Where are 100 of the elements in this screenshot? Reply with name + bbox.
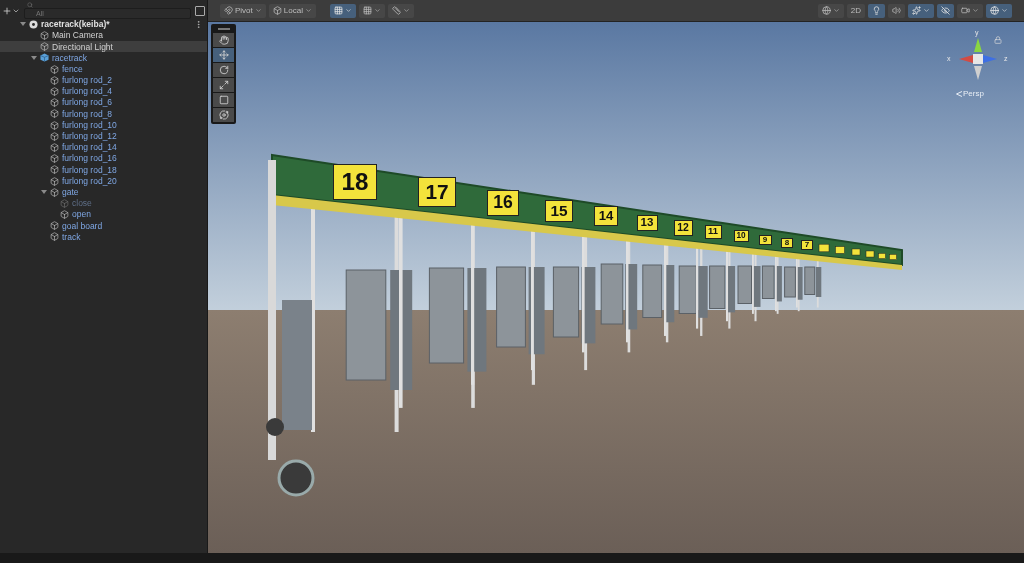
hierarchy-item-label: Main Camera xyxy=(52,31,104,40)
hierarchy-item[interactable]: track xyxy=(0,231,207,243)
audio-button[interactable] xyxy=(888,3,905,18)
rect-icon xyxy=(218,95,229,105)
lightbulb-icon xyxy=(872,6,881,15)
eye-off-icon xyxy=(941,6,950,15)
hierarchy-item-label: furlong rod_6 xyxy=(62,98,113,107)
hierarchy-item[interactable]: Directional Light xyxy=(0,41,207,53)
cube-icon xyxy=(50,165,59,175)
cube-icon xyxy=(50,131,59,141)
scale-icon xyxy=(218,80,229,90)
cube-icon xyxy=(40,42,49,52)
gate-number-board: 9 xyxy=(758,234,772,246)
gate-number-board: 8 xyxy=(781,238,793,248)
cube-icon xyxy=(50,64,59,74)
hierarchy-item[interactable]: furlong rod_14 xyxy=(0,141,207,154)
gate-number-board: 7 xyxy=(801,240,813,250)
gate-number-board: 16 xyxy=(487,190,519,216)
hierarchy-item[interactable]: Main Camera xyxy=(0,30,207,42)
hierarchy-item-label: furlong rod_8 xyxy=(62,109,113,119)
view-2d-button[interactable]: 2D xyxy=(846,3,865,18)
caret-icon xyxy=(1001,7,1008,14)
hierarchy-item-label: furlong rod_14 xyxy=(62,143,117,152)
gate-number-board: 15 xyxy=(545,199,573,223)
search-icon xyxy=(27,1,33,8)
rotate-tool-button[interactable] xyxy=(213,63,234,77)
gizmos-button[interactable] xyxy=(986,3,1012,18)
snap-button[interactable] xyxy=(358,3,385,18)
caret-icon xyxy=(832,7,840,14)
hierarchy-item-label: open xyxy=(72,210,91,219)
draw-mode-button[interactable] xyxy=(817,3,844,18)
camera-icon xyxy=(961,6,970,15)
hierarchy-item[interactable]: goal board xyxy=(0,220,207,232)
cube-icon xyxy=(50,176,59,186)
lighting-button[interactable] xyxy=(868,3,885,18)
cube-icon xyxy=(50,232,59,242)
rect-tool-button[interactable] xyxy=(213,93,234,107)
add-button[interactable] xyxy=(2,6,20,16)
caret-icon xyxy=(373,7,381,14)
hierarchy-item[interactable]: racetrack xyxy=(0,52,207,64)
hierarchy-item[interactable]: furlong rod_2 xyxy=(0,74,207,86)
plus-icon xyxy=(2,6,12,16)
hierarchy-item[interactable]: furlong rod_16 xyxy=(0,153,207,165)
grid-icon xyxy=(333,6,343,15)
cube-icon xyxy=(50,154,59,164)
hierarchy-item-label: furlong rod_10 xyxy=(62,120,117,130)
move-icon xyxy=(218,50,229,60)
hierarchy-item-label: close xyxy=(72,199,92,208)
hierarchy-item-label: racetrack xyxy=(52,53,87,63)
pivot-button[interactable]: Pivot xyxy=(220,3,266,18)
more-icon[interactable] xyxy=(194,19,203,29)
caret-icon xyxy=(923,7,930,14)
scene-search-toggle-button[interactable] xyxy=(195,6,205,16)
hierarchy-item[interactable]: furlong rod_4 xyxy=(0,85,207,98)
hierarchy-item[interactable]: furlong rod_6 xyxy=(0,97,207,109)
expand-arrow-icon[interactable] xyxy=(40,189,47,196)
space-button[interactable]: Local xyxy=(268,3,316,18)
caret-icon xyxy=(402,7,410,14)
expand-arrow-icon[interactable] xyxy=(20,21,26,27)
prefab-cube-icon xyxy=(40,53,49,63)
sparkles-icon xyxy=(912,6,921,15)
expand-arrow-icon[interactable] xyxy=(30,54,37,61)
hierarchy-item[interactable]: gate xyxy=(0,186,207,198)
scene-label[interactable]: racetrack(keiba)* xyxy=(41,19,191,29)
sphere-icon xyxy=(821,6,831,15)
hierarchy-item-label: furlong rod_18 xyxy=(62,165,117,175)
speaker-icon xyxy=(892,6,901,15)
hierarchy-item[interactable]: open xyxy=(0,209,207,221)
cube-icon xyxy=(50,142,59,152)
hierarchy-item-label: fence xyxy=(62,64,83,74)
cube-icon xyxy=(50,221,59,231)
hand-icon xyxy=(218,35,229,45)
effects-button[interactable] xyxy=(908,3,934,18)
hierarchy-item[interactable]: furlong rod_8 xyxy=(0,108,207,120)
hierarchy-item[interactable]: furlong rod_10 xyxy=(0,119,207,131)
move-tool-button[interactable] xyxy=(213,48,234,62)
hierarchy-item[interactable]: fence xyxy=(0,63,207,75)
gate-number-board: 17 xyxy=(418,176,456,208)
cube-icon xyxy=(60,210,69,220)
gate-number-board: 18 xyxy=(333,164,377,200)
hand-tool-button[interactable] xyxy=(213,33,234,47)
hierarchy-item-label: goal board xyxy=(62,221,103,231)
caret-icon xyxy=(972,7,979,14)
cube-icon xyxy=(50,109,59,119)
scale-tool-button[interactable] xyxy=(213,78,234,92)
hierarchy-item-label: furlong rod_2 xyxy=(62,76,113,85)
caret-icon xyxy=(344,7,352,14)
increment-snap-button[interactable] xyxy=(387,3,414,18)
camera-button[interactable] xyxy=(957,3,983,18)
cube-icon xyxy=(50,87,59,97)
hierarchy-item[interactable]: furlong rod_18 xyxy=(0,164,207,176)
transform-tool-button[interactable] xyxy=(213,108,234,122)
cube-icon xyxy=(50,98,59,108)
caret-icon xyxy=(254,7,262,14)
hierarchy-item-label: track xyxy=(62,232,81,242)
hierarchy-item[interactable]: furlong rod_20 xyxy=(0,175,207,187)
grid-snap-button[interactable] xyxy=(329,3,356,18)
grid-icon xyxy=(362,6,372,15)
hidden-objects-button[interactable] xyxy=(937,3,954,18)
hierarchy-item[interactable]: furlong rod_12 xyxy=(0,130,207,142)
